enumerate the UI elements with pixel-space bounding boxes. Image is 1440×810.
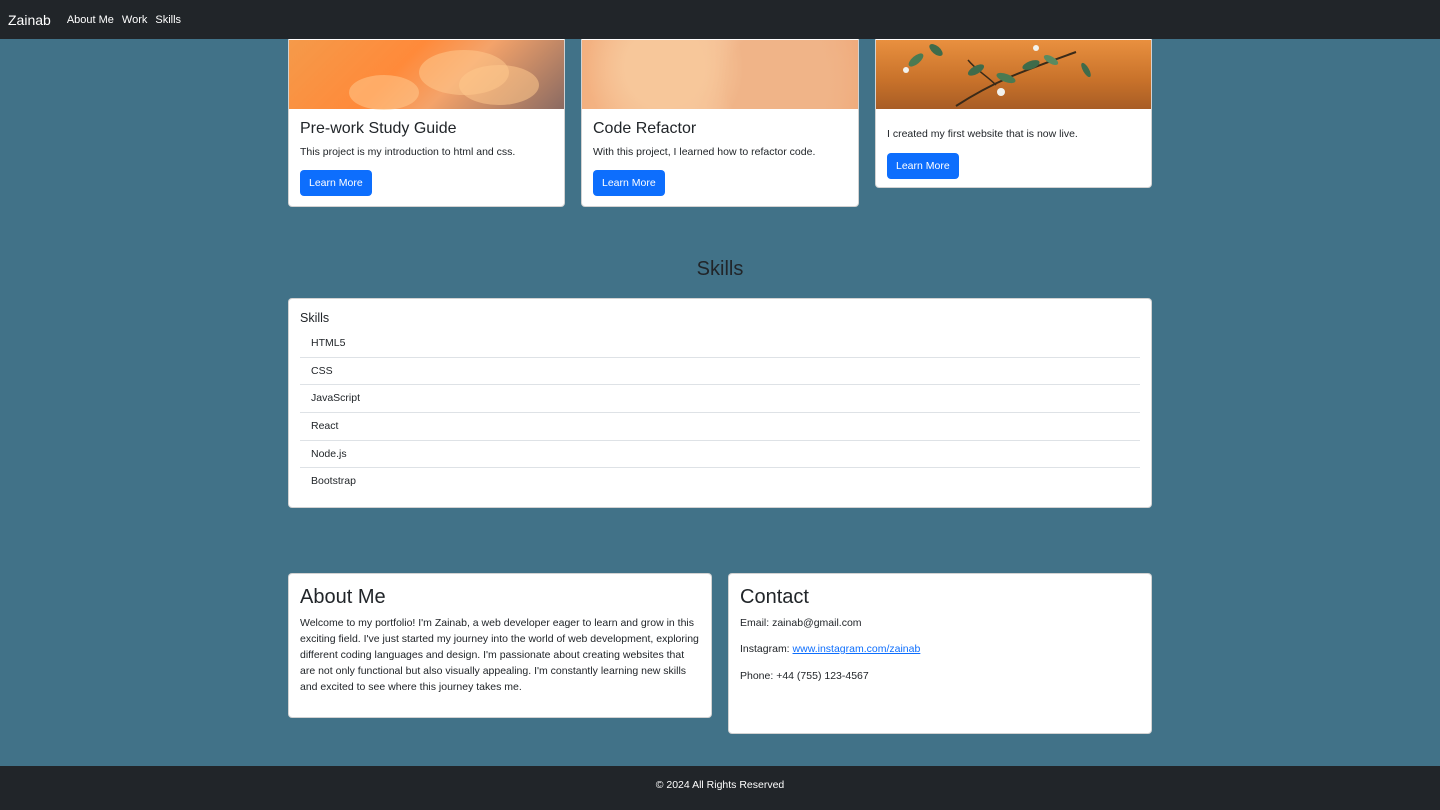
nav-link-work[interactable]: Work (122, 14, 147, 26)
contact-instagram: Instagram: www.instagram.com/zainab (740, 642, 1140, 656)
contact-title: Contact (740, 586, 809, 608)
contact-phone: Phone: +44 (755) 123-4567 (740, 670, 869, 682)
skill-item: CSS (300, 358, 1140, 386)
project-description: With this project, I learned how to refa… (593, 146, 816, 158)
project-title: Pre-work Study Guide (300, 120, 457, 137)
about-title: About Me (300, 586, 386, 608)
instagram-label: Instagram: (740, 643, 793, 655)
project-description: I created my first website that is now l… (887, 128, 1078, 140)
skills-list: HTML5 CSS JavaScript React Node.js Boots… (300, 330, 1140, 496)
brand-link[interactable]: Zainab (8, 12, 51, 28)
skill-item: Node.js (300, 441, 1140, 469)
learn-more-button[interactable]: Learn More (300, 170, 372, 196)
project-image-leaves (876, 40, 1151, 109)
contact-email: Email: zainab@gmail.com (740, 617, 862, 629)
project-title: Code Refactor (593, 120, 697, 137)
about-card: About Me Welcome to my portfolio! I'm Za… (288, 573, 712, 718)
skill-item: HTML5 (300, 330, 1140, 358)
branch-illustration (903, 44, 1091, 107)
skill-item: Bootstrap (311, 475, 356, 488)
nav-link-skills[interactable]: Skills (155, 14, 181, 26)
copyright-text: © 2024 All Rights Reserved (655, 779, 785, 791)
contact-card: Contact Email: zainab@gmail.com Instagra… (728, 573, 1152, 734)
skills-card-header: Skills (300, 311, 330, 325)
learn-more-button[interactable]: Learn More (593, 170, 665, 196)
skill-item: React (300, 413, 1140, 441)
navbar: Zainab About Me Work Skills (0, 0, 1440, 39)
learn-more-button[interactable]: Learn More (887, 153, 959, 179)
skills-section-title: Skills (696, 258, 744, 280)
footer: © 2024 All Rights Reserved (0, 766, 1440, 810)
skill-item: JavaScript (300, 385, 1140, 414)
project-description: This project is my introduction to html … (300, 146, 516, 158)
skills-card: Skills HTML5 CSS JavaScript React Node.j… (288, 298, 1152, 508)
about-text: Welcome to my portfolio! I'm Zainab, a w… (300, 617, 699, 693)
project-image-clouds (289, 40, 564, 110)
project-image-texture (582, 40, 858, 109)
instagram-link[interactable]: www.instagram.com/zainab (793, 643, 921, 655)
nav-link-about[interactable]: About Me (67, 14, 114, 26)
